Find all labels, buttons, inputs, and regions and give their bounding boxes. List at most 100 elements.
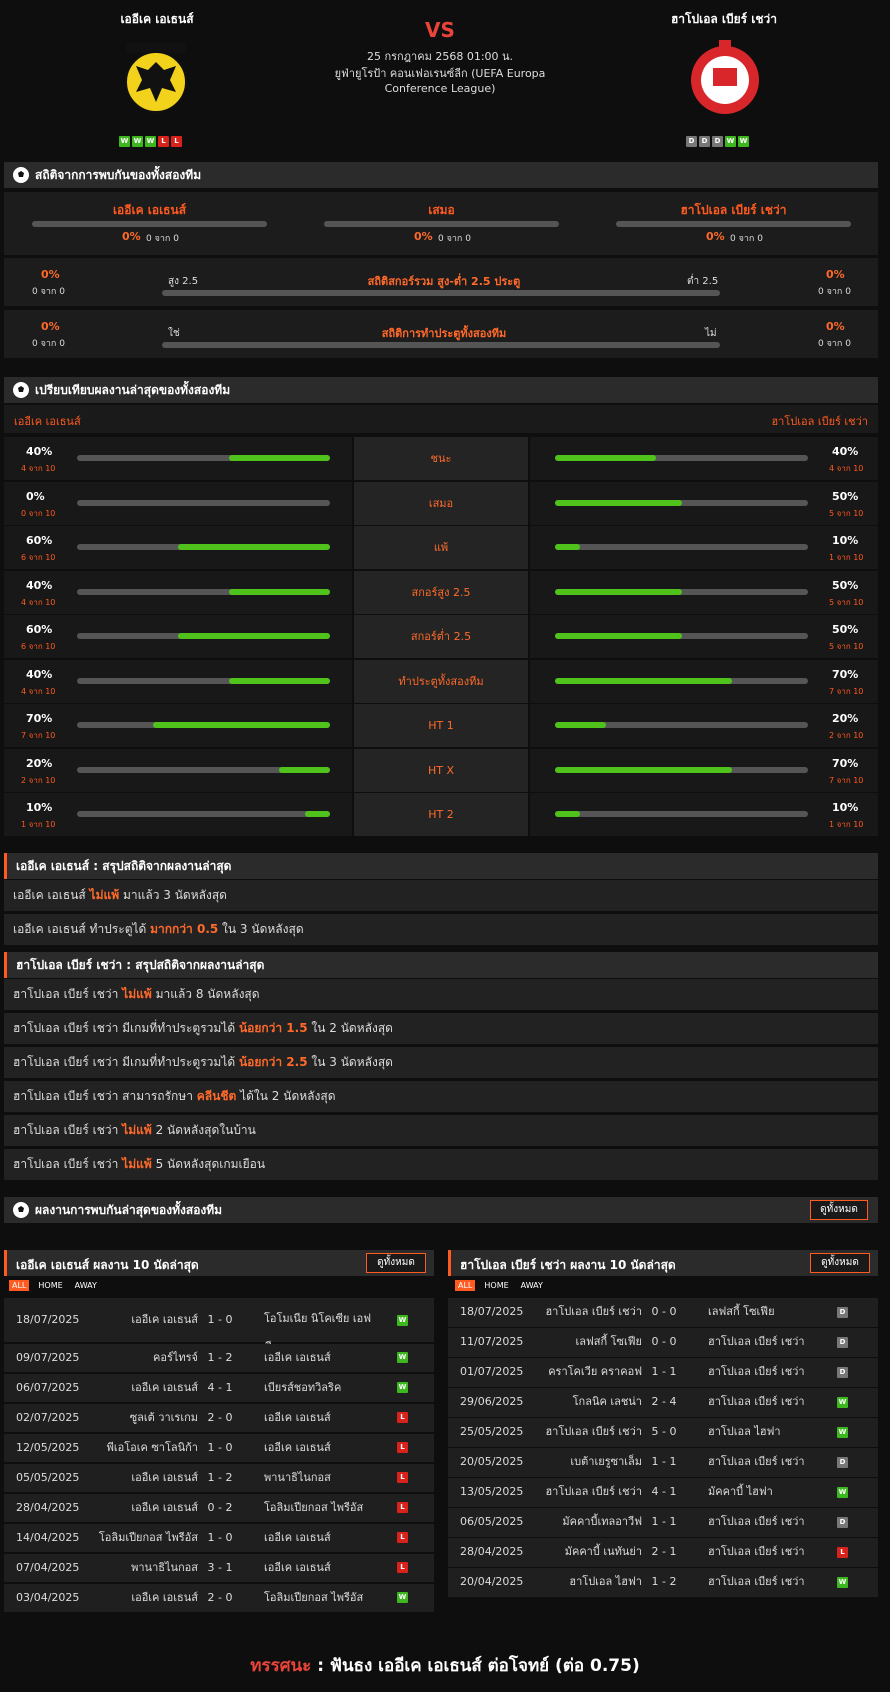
compare-away-of: 7 จาก 10 [829,686,864,696]
away-side-team-name: เลฟสกี้ โซเฟีย [708,1305,775,1318]
table-row[interactable]: 02/07/2025 ซูลเต้ วาเรเกม 2 - 0 เออีเค เอเธ… [4,1403,434,1432]
away-form: DDDWW [685,133,765,147]
result-badge: W [397,1592,408,1604]
summary-highlight: คลีนชีต [196,1089,237,1103]
away-side-team-name: เออีเค เอเธนส์ [264,1350,331,1364]
compare-home-pct: 20% [26,756,53,770]
summary-line: ฮาโปเอล เบียร์ เชว่า ไม่แพ้ มาแล้ว 8 นัด… [4,979,878,1010]
form-badge: L [158,136,169,147]
table-row[interactable]: 01/07/2025 คราโคเวีย คราคอฟ 1 - 1 ฮาโปเอล เ… [448,1358,878,1387]
compare-home-cell: 60% 6 จาก 10 [4,615,352,658]
prediction-sep: : [311,1656,330,1676]
vs-label: VS [425,18,455,42]
table-row[interactable]: 09/07/2025 คอร์ไทรจ์ 1 - 2 เออีเค เอเธนส์ W [4,1343,434,1372]
compare-away-cell: 50% 5 จาก 10 [530,570,878,614]
compare-away-bar [555,677,808,684]
away-side-team-name: เออีเค เอเธนส์ [264,1440,331,1454]
result-badge: L [837,1546,848,1558]
home-side-team: ฮาโปเอล เบียร์ เชว่า [545,1425,642,1438]
tab-away[interactable]: AWAY [518,1280,546,1291]
table-row[interactable]: 07/04/2025 พานาธิไนกอส 3 - 1 เออีเค เอเธนส์… [4,1553,434,1582]
table-row[interactable]: 28/04/2025 มัคคาบี้ เนทันย่า 2 - 1 ฮาโปเอล … [448,1538,878,1567]
compare-home-cell: 40% 4 จาก 10 [4,659,352,703]
table-row[interactable]: 05/05/2025 เออีเค เอเธนส์ 1 - 2 พานาธิไนกอส… [4,1463,434,1492]
h2h-home-bar [32,221,267,227]
table-row[interactable]: 29/06/2025 โกลนิค เลชน่า 2 - 4 ฮาโปเอล เบีย… [448,1388,878,1417]
away-side-team: ฮาโปเอล เบียร์ เชว่า [708,1568,828,1597]
table-row[interactable]: 25/05/2025 ฮาโปเอล เบียร์ เชว่า 5 - 0 ฮาโปเ… [448,1418,878,1447]
away-side-team-name: เออีเค เอเธนส์ [264,1530,331,1544]
table-row[interactable]: 18/07/2025 เออีเค เอเธนส์ 1 - 0 โอโมเนีย นิ… [4,1298,434,1353]
away-side-team: โอลิมเปียกอส ไพรีอัส [264,1584,384,1613]
away-see-all-button[interactable]: ดูทั้งหมด [810,1253,870,1273]
result-badge: L [397,1472,408,1484]
summary-text: ใน 3 นัดหลังสุด [218,922,304,936]
summary-text: ฮาโปเอล เบียร์ เชว่า มีเกมที่ทำประตูรวมไ… [13,1055,239,1069]
summary-text: ฮาโปเอล เบียร์ เชว่า [13,1123,123,1137]
summary-text: 2 นัดหลังสุดในบ้าน [151,1123,256,1137]
away-side-team-name: ฮาโปเอล เบียร์ เชว่า [708,1455,805,1468]
home-side-team: เออีเค เอเธนส์ [131,1500,198,1514]
summary-line: ฮาโปเอล เบียร์ เชว่า มีเกมที่ทำประตูรวมไ… [4,1013,878,1044]
compare-away-pct: 40% [832,445,859,458]
table-row[interactable]: 20/05/2025 เบต้าเยรูซาเล็ม 1 - 1 ฮาโปเอล เบ… [448,1448,878,1477]
match-date: 06/07/2025 [16,1380,80,1394]
summary-highlight: มากกว่า 0.5 [150,922,219,936]
result-badge: D [837,1366,848,1378]
summary-highlight: น้อยกว่า 1.5 [238,1021,308,1035]
btts-right-of: 0 จาก 0 [818,339,851,349]
table-row[interactable]: 13/05/2025 ฮาโปเอล เบียร์ เชว่า 4 - 1 มัคคา… [448,1478,878,1507]
see-all-results-button[interactable]: ดูทั้งหมด [810,1200,868,1220]
summary-highlight: ไม่แพ้ [89,888,120,902]
summary-text: ฮาโปเอล เบียร์ เชว่า มีเกมที่ทำประตูรวมไ… [13,1021,239,1035]
summary-line: ฮาโปเอล เบียร์ เชว่า มีเกมที่ทำประตูรวมไ… [4,1047,878,1078]
compare-home-fill [228,455,330,461]
compare-home-fill [178,633,330,639]
tab-all[interactable]: ALL [455,1280,476,1291]
result-badge: W [837,1426,848,1438]
btts-left-pct: 0% [41,320,60,333]
compare-home-bar [77,766,330,773]
compare-away-cell: 40% 4 จาก 10 [530,437,878,480]
compare-team-header: เออีเค เอเธนส์ ฮาโปเอล เบียร์ เชว่า [4,405,878,433]
away-results-title: ฮาโปเอล เบียร์ เชว่า ผลงาน 10 นัดล่าสุด [460,1258,676,1272]
match-date: 29/06/2025 [460,1395,524,1408]
compare-away-pct: 70% [832,756,859,770]
home-see-all-button[interactable]: ดูทั้งหมด [366,1253,426,1273]
tab-all[interactable]: ALL [9,1280,30,1291]
table-row[interactable]: 28/04/2025 เออีเค เอเธนส์ 0 - 2 โอลิมเปียกอ… [4,1493,434,1522]
home-side-team: เออีเค เอเธนส์ [131,1380,198,1394]
summary-line: ฮาโปเอล เบียร์ เชว่า ไม่แพ้ 5 นัดหลังสุด… [4,1149,878,1180]
score: 3 - 1 [207,1560,233,1574]
table-row[interactable]: 14/04/2025 โอลิมเปียกอส ไพรีอัส 1 - 0 เออีเ… [4,1523,434,1552]
compare-away-of: 5 จาก 10 [829,508,864,518]
away-side-team: เออีเค เอเธนส์ [264,1434,384,1463]
compare-away-fill [555,811,581,817]
table-row[interactable]: 06/07/2025 เออีเค เอเธนส์ 4 - 1 เบียรส์ชอทว… [4,1373,434,1402]
h2h-panel: เออีเค เอเธนส์ 0% 0 จาก 0 เสมอ 0% 0 จาก … [4,192,878,255]
tab-away[interactable]: AWAY [72,1280,100,1291]
tab-home[interactable]: HOME [35,1280,65,1291]
table-row[interactable]: 20/04/2025 ฮาโปเอล ไฮฟา 1 - 2 ฮาโปเอล เบียร… [448,1568,878,1597]
form-badge: W [738,136,749,147]
compare-home-bar [77,722,330,728]
compare-home-bar [77,588,330,595]
compare-home-cell: 40% 4 จาก 10 [4,437,352,480]
table-row[interactable]: 06/05/2025 มัคคาบี้เทลอาวีฟ 1 - 1 ฮาโปเอล เ… [448,1508,878,1537]
table-row[interactable]: 11/07/2025 เลฟสกี้ โซเฟีย 0 - 0 ฮาโปเอล เบี… [448,1328,878,1357]
table-row[interactable]: 12/05/2025 พีเอโอเค ซาโลนิก้า 1 - 0 เออีเค … [4,1433,434,1463]
table-row[interactable]: 18/07/2025 ฮาโปเอล เบียร์ เชว่า 0 - 0 เลฟสก… [448,1298,878,1327]
away-side-team-name: โอโมเนีย นิโคเซีย เอฟ [264,1312,372,1325]
btts-left-label: ใช่ [168,328,180,339]
compare-home-bar [77,544,330,550]
table-row[interactable]: 03/04/2025 เออีเค เอเธนส์ 2 - 0 โอลิมเปียกอ… [4,1583,434,1613]
form-badge: D [699,136,710,147]
away-side-team: ฮาโปเอล ไฮฟา [708,1418,828,1447]
away-team-name: ฮาโปเอล เบียร์ เชว่า [670,12,778,26]
away-side-team-name: ฮาโปเอล เบียร์ เชว่า [708,1365,805,1378]
compare-row: 40% 4 จาก 10 ชนะ 40% 4 จาก 10 [4,437,878,480]
away-side-team: ฮาโปเอล เบียร์ เชว่า [708,1508,828,1537]
soccer-ball-icon [13,167,29,183]
tab-home[interactable]: HOME [481,1280,511,1291]
compare-away-cell: 10% 1 จาก 10 [530,526,878,569]
